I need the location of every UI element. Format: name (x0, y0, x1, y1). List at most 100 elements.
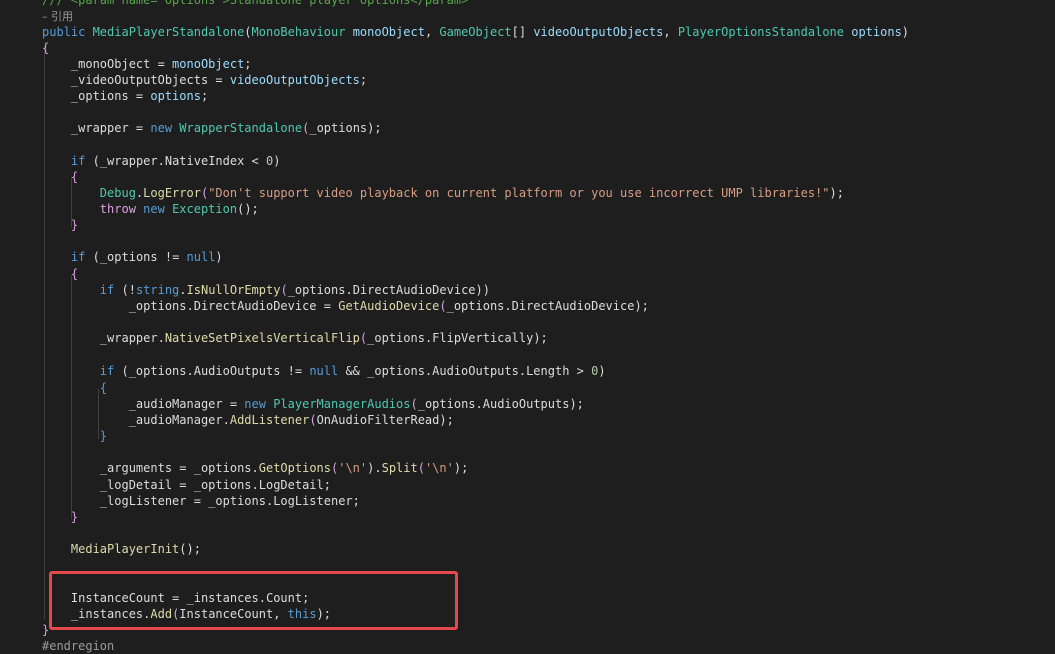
code-token: _instances. (42, 607, 151, 621)
code-token: monoObject (352, 25, 425, 39)
code-line-text: _wrapper.NativeSetPixelsVerticalFlip(_op… (42, 330, 548, 346)
code-line-text: public MediaPlayerStandalone(MonoBehavio… (42, 24, 909, 40)
code-token: MediaPlayerInit (70, 542, 180, 556)
code-token: AddListener (229, 413, 310, 427)
code-line-text: /// <param name="options">Standalone pla… (42, 0, 468, 8)
code-line-text: MediaPlayerInit(); (42, 541, 201, 557)
code-token: null (186, 250, 216, 264)
code-token: ( (309, 413, 317, 427)
code-token: ) (901, 25, 910, 39)
code-line-text: _arguments = _options.GetOptions('\n').S… (42, 460, 469, 476)
code-token: , (424, 25, 440, 39)
code-token: NativeSetPixelsVerticalFlip (164, 331, 360, 345)
code-token: _logDetail = _options.LogDetail; (42, 478, 331, 492)
code-token: LogError (143, 186, 201, 200)
code-token: ( (244, 25, 252, 39)
code-line-text: if (_options != null) (42, 249, 223, 265)
code-line-text: { (42, 266, 78, 282)
code-token: Split (381, 461, 418, 475)
code-line-text: if (!string.IsNullOrEmpty(_options.Direc… (42, 282, 490, 298)
code-token: _wrapper = (42, 121, 151, 135)
code-token: Debug (99, 186, 136, 200)
code-token: ); (634, 299, 649, 313)
code-line-text: { (42, 169, 78, 185)
code-line-text: } (42, 428, 107, 444)
code-token: _logListener = _options.LogListener; (42, 494, 360, 508)
code-line-text: if (_options.AudioOutputs != null && _op… (42, 363, 606, 379)
code-token: ( (410, 397, 418, 411)
code-token: ); (316, 607, 332, 621)
code-token: _options = (42, 89, 151, 103)
code-line-text: _options = options; (42, 88, 208, 104)
code-token: OnAudioFilterRead (316, 413, 440, 427)
code-token: (); (179, 542, 201, 556)
code-token: , (663, 25, 678, 39)
code-line-text: throw new Exception(); (42, 201, 259, 217)
code-token: } (42, 510, 79, 524)
code-line-text: InstanceCount = _instances.Count; (42, 590, 309, 606)
code-token: this (287, 607, 317, 621)
code-token: (_wrapper.NativeIndex < (92, 154, 266, 168)
code-token: InstanceCount = _instances.Count; (42, 591, 310, 605)
code-line-text: Debug.LogError("Don't support video play… (42, 185, 844, 201)
code-token: _arguments = _options. (42, 461, 259, 475)
code-token: _audioManager. (42, 413, 230, 427)
code-token: _options.DirectAudioDevice = (42, 299, 339, 313)
code-line-text: _monoObject = monoObject; (42, 56, 252, 72)
code-token: { (42, 170, 79, 184)
code-token: _options.DirectAudioDevice (446, 299, 635, 313)
code-token: )) (475, 283, 490, 297)
code-token: (_options.AudioOutputs != (121, 364, 310, 378)
code-line-text: – 引用 (42, 8, 73, 25)
code-line-text: { (42, 40, 49, 56)
code-token: PlayerOptionsStandalone (677, 25, 852, 39)
code-token: } (42, 429, 108, 443)
code-token: _videoOutputObjects = (42, 73, 230, 87)
code-token: ) (598, 364, 606, 378)
code-token: null (309, 364, 346, 378)
code-line-text: if (_wrapper.NativeIndex < 0) (42, 153, 281, 169)
code-token: ); (533, 331, 548, 345)
code-token: (! (121, 283, 136, 297)
code-token: _options (309, 121, 368, 135)
code-token: PlayerManagerAudios (273, 397, 411, 411)
code-token: GetOptions (258, 461, 331, 475)
code-token: _audioManager = (42, 397, 245, 411)
code-token: _options.AudioOutputs (417, 397, 570, 411)
code-token: "Don't support video playback on current… (208, 186, 830, 200)
code-token: MonoBehaviour (251, 25, 353, 39)
code-token: new (143, 202, 173, 216)
code-token: WrapperStandalone (179, 121, 303, 135)
code-token: new (244, 397, 274, 411)
code-line-text: _audioManager = new PlayerManagerAudios(… (42, 396, 584, 412)
code-editor[interactable]: /// <param name="options">Standalone pla… (0, 0, 1055, 653)
code-token: _options.DirectAudioDevice (287, 283, 476, 297)
code-token: [] (511, 25, 534, 39)
code-line-text: #endregion (42, 638, 114, 654)
code-token: GameObject (439, 25, 512, 39)
code-token: videoOutputObjects (229, 73, 360, 87)
code-token: (_options != (92, 250, 187, 264)
references-codelens[interactable]: – 引用 (42, 10, 73, 23)
code-token: throw (99, 202, 144, 216)
code-token: if (70, 154, 93, 168)
code-token: _wrapper. (42, 331, 165, 345)
code-token: MediaPlayerStandalone (92, 25, 245, 39)
code-token: ( (280, 283, 288, 297)
code-line-text: _logDetail = _options.LogDetail; (42, 477, 331, 493)
code-token: '\n' (424, 461, 454, 475)
code-token: '\n' (338, 461, 368, 475)
code-token: { (42, 267, 79, 281)
code-token: IsNullOrEmpty (186, 283, 281, 297)
code-token: } (42, 623, 50, 637)
code-token: if (70, 250, 93, 264)
code-token: ); (439, 413, 454, 427)
code-token: GetAudioDevice (338, 299, 440, 313)
code-token: ; (359, 73, 368, 87)
code-token: ). (367, 461, 382, 475)
